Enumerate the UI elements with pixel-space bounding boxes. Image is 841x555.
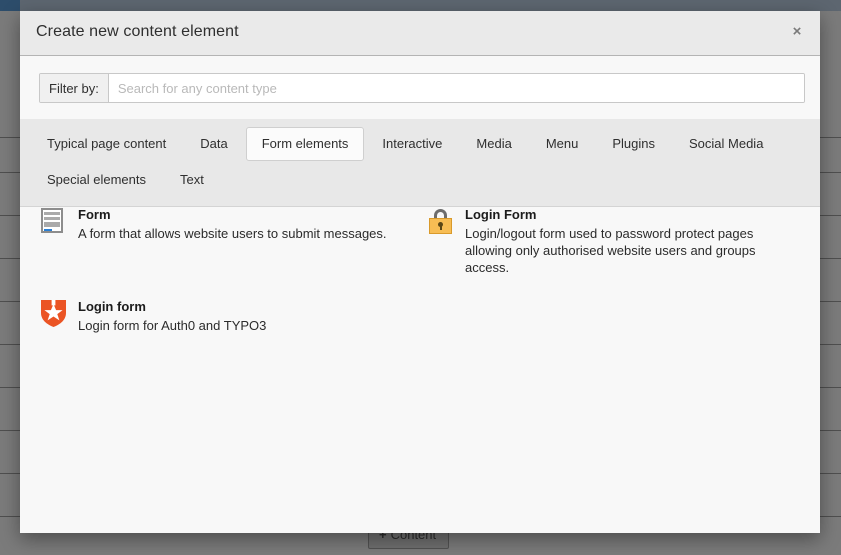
content-type-tabs: Typical page content Data Form elements … — [20, 119, 820, 207]
tab-form-elements[interactable]: Form elements — [245, 127, 365, 161]
list-item[interactable]: Form A form that allows website users to… — [39, 207, 414, 242]
form-icon — [39, 207, 67, 235]
list-item[interactable]: Login Form Login/logout form used to pas… — [426, 207, 781, 276]
close-icon[interactable]: × — [787, 22, 807, 42]
lock-icon — [426, 207, 454, 235]
list-item-description: Login form for Auth0 and TYPO3 — [78, 318, 267, 333]
backdrop-topbar — [0, 0, 841, 11]
list-item[interactable]: Login form Login form for Auth0 and TYPO… — [39, 299, 414, 334]
list-item-text: Form A form that allows website users to… — [78, 207, 414, 242]
tab-interactive[interactable]: Interactive — [366, 127, 458, 161]
filter-bar: Filter by: — [20, 56, 820, 119]
list-item-title: Form — [78, 207, 111, 222]
tab-text[interactable]: Text — [164, 163, 220, 197]
list-item-text: Login Form Login/logout form used to pas… — [465, 207, 781, 276]
tab-plugins[interactable]: Plugins — [596, 127, 671, 161]
search-input[interactable] — [108, 74, 804, 102]
tab-menu[interactable]: Menu — [530, 127, 595, 161]
tab-media[interactable]: Media — [460, 127, 527, 161]
list-item-title: Login form — [78, 299, 146, 314]
tab-row-secondary: Special elements Text — [30, 162, 810, 198]
tab-typical-page-content[interactable]: Typical page content — [31, 127, 182, 161]
list-item-title: Login Form — [465, 207, 537, 222]
tab-social-media[interactable]: Social Media — [673, 127, 779, 161]
list-item-text: Login form Login form for Auth0 and TYPO… — [78, 299, 414, 334]
filter-label: Filter by: — [40, 74, 109, 102]
filter-input-group: Filter by: — [39, 73, 805, 103]
backdrop-topbar-accent — [0, 0, 20, 11]
modal-header: Create new content element × — [20, 11, 820, 56]
tab-row-primary: Typical page content Data Form elements … — [30, 126, 810, 162]
auth0-shield-icon — [39, 299, 67, 327]
modal-title: Create new content element — [36, 23, 239, 40]
list-item-description: Login/logout form used to password prote… — [465, 226, 756, 275]
list-item-description: A form that allows website users to subm… — [78, 226, 387, 241]
tab-special-elements[interactable]: Special elements — [31, 163, 162, 197]
tab-data[interactable]: Data — [184, 127, 243, 161]
create-content-element-modal: Create new content element × Filter by: … — [20, 11, 820, 533]
auth0-shield-svg — [41, 300, 66, 327]
content-element-list: Form A form that allows website users to… — [20, 207, 820, 533]
